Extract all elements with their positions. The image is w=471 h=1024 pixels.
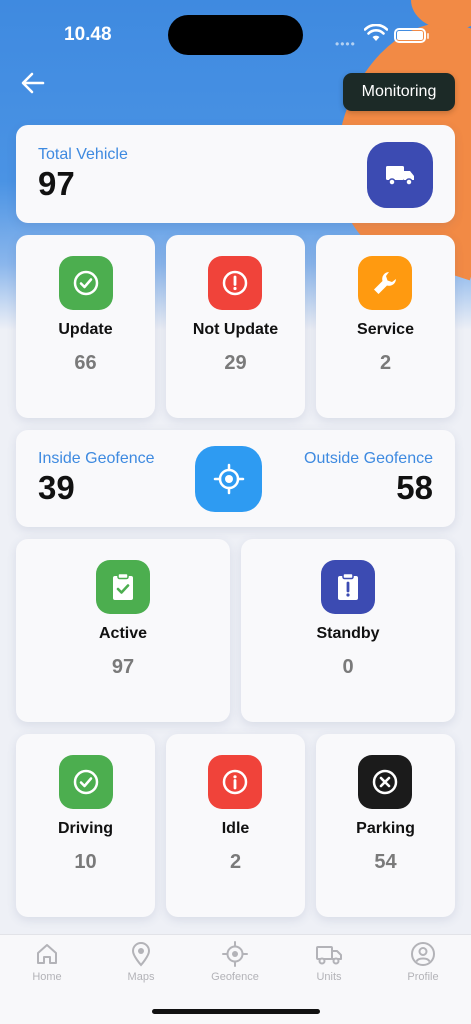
tab-geofence[interactable]: Geofence [200,941,270,983]
back-arrow-icon[interactable] [20,70,46,96]
tile-label: Not Update [192,321,279,338]
dynamic-island [168,15,303,55]
idle-tile[interactable]: Idle 2 [166,734,305,917]
parking-tile[interactable]: Parking 54 [316,734,455,917]
wrench-icon [358,256,412,310]
tab-label: Home [32,971,62,983]
truck-icon [367,142,433,208]
outside-geofence-label: Outside Geofence [304,450,433,467]
battery-icon [394,28,429,43]
service-tile[interactable]: Service 2 [316,235,455,418]
user-circle-icon [411,942,435,966]
home-icon [37,944,57,964]
tile-label: Update [58,321,113,338]
tile-value: 2 [229,851,242,873]
tile-label: Active [98,625,148,642]
update-tile[interactable]: Update 66 [16,235,155,418]
clipboard-alert-icon [321,560,375,614]
tile-label: Parking [356,820,415,837]
tab-profile[interactable]: Profile [388,941,458,983]
tab-label: Units [316,971,342,983]
tile-value: 2 [379,352,392,374]
clipboard-check-icon [96,560,150,614]
total-vehicle-value: 97 [38,165,75,202]
status-bar: 10.48 •••• [0,0,471,70]
cellular-signal-icon: •••• [335,37,356,51]
truck-icon [316,946,342,965]
tab-label: Geofence [211,971,259,983]
inside-geofence-value: 39 [38,469,75,506]
tile-value: 66 [74,352,97,374]
standby-tile[interactable]: Standby 0 [241,539,455,722]
home-indicator [152,1009,320,1014]
tab-maps[interactable]: Maps [106,941,176,983]
tile-label: Idle [221,820,250,837]
tab-label: Maps [127,971,155,983]
tile-label: Service [357,321,414,338]
tab-label: Profile [407,971,439,983]
active-tile[interactable]: Active 97 [16,539,230,722]
x-circle-icon [358,755,412,809]
info-circle-icon [208,755,262,809]
alert-circle-icon [208,256,262,310]
monitoring-button[interactable]: Monitoring [343,73,455,111]
map-pin-icon [131,942,151,967]
tile-label: Standby [316,625,380,642]
tab-units[interactable]: Units [294,941,364,983]
tile-value: 29 [224,352,247,374]
tile-value: 10 [74,851,97,873]
check-circle-icon [59,256,113,310]
tile-value: 54 [374,851,397,873]
status-time: 10.48 [64,24,112,45]
inside-geofence-label: Inside Geofence [38,450,155,467]
tile-label: Driving [57,820,114,837]
tile-value: 0 [342,656,354,678]
not-update-tile[interactable]: Not Update 29 [166,235,305,418]
tile-value: 97 [111,656,135,678]
crosshair-icon [222,941,248,967]
check-circle-icon [59,755,113,809]
tab-home[interactable]: Home [12,941,82,983]
driving-tile[interactable]: Driving 10 [16,734,155,917]
wifi-icon [364,24,388,41]
outside-geofence-value: 58 [396,469,433,506]
crosshair-icon [195,446,262,512]
total-vehicle-label: Total Vehicle [38,146,128,163]
